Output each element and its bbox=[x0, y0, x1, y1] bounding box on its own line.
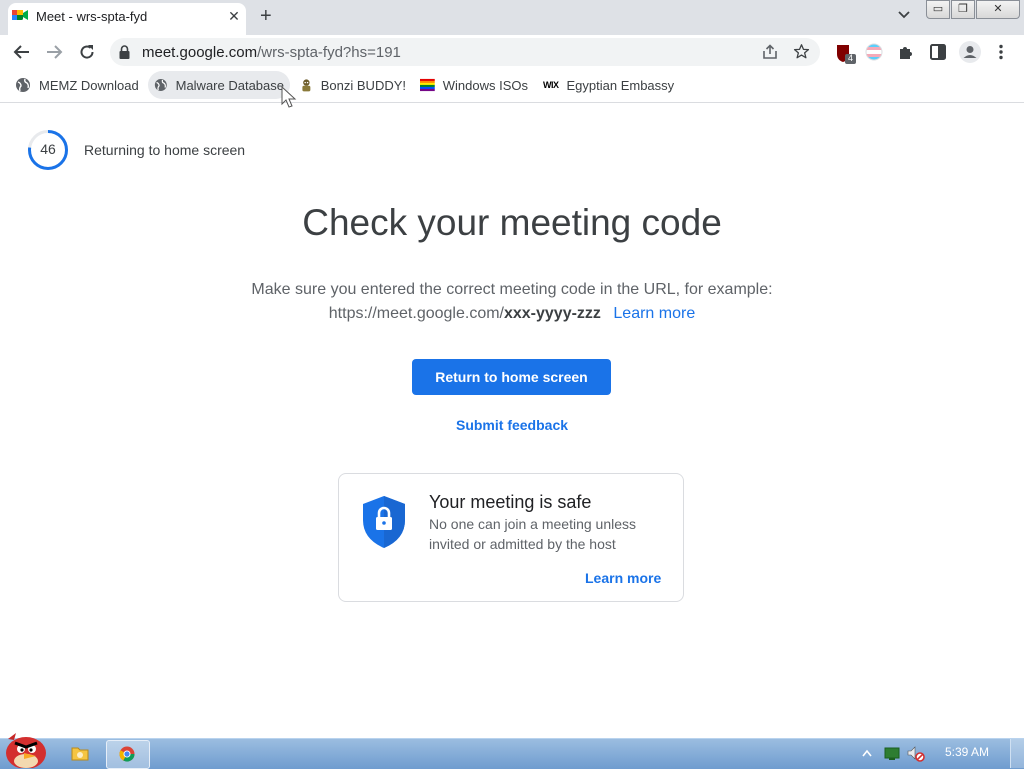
extension-badge: 4 bbox=[847, 53, 853, 63]
restore-button[interactable]: ❐ bbox=[951, 0, 975, 19]
globe-icon bbox=[16, 78, 30, 92]
submit-feedback-link: Submit feedback bbox=[0, 417, 1024, 433]
back-arrow-icon[interactable] bbox=[13, 44, 31, 60]
url-text: meet.google.com/wrs-spta-fyd?hs=191 bbox=[142, 44, 401, 61]
bookmark-label: Windows ISOs bbox=[442, 77, 528, 93]
forward-arrow-icon[interactable] bbox=[45, 44, 63, 60]
url-path: /wrs-spta-fyd?hs=191 bbox=[257, 44, 401, 61]
angry-bird-start-icon[interactable] bbox=[2, 731, 48, 768]
network-icon[interactable] bbox=[884, 747, 900, 760]
card-title: Your meeting is safe bbox=[429, 492, 592, 512]
bookmark-label: MEMZ Download bbox=[39, 77, 139, 93]
learn-more-link[interactable]: Learn more bbox=[613, 305, 695, 322]
new-tab-button[interactable]: + bbox=[260, 5, 272, 27]
more-menu-icon[interactable] bbox=[998, 44, 1004, 60]
shield-lock-icon bbox=[363, 496, 405, 548]
card-body: No one can join a meeting unless invited… bbox=[429, 516, 637, 552]
bookmark-malware-database[interactable]: Malware Database bbox=[148, 71, 290, 99]
taskbar-chrome-button[interactable] bbox=[106, 740, 150, 769]
close-window-button[interactable]: ✕ bbox=[976, 0, 1020, 19]
reload-icon[interactable] bbox=[78, 43, 96, 61]
tab-close-button[interactable]: ✕ bbox=[226, 8, 242, 25]
countdown-value: 46 bbox=[40, 141, 56, 157]
example-code: xxx-yyyy-zzz bbox=[503, 305, 601, 322]
description-line-1: Make sure you entered the correct meetin… bbox=[251, 281, 773, 298]
rainbow-flag-icon bbox=[420, 78, 435, 92]
page-title: Check your meeting code bbox=[302, 202, 722, 243]
bookmark-bonzi-buddy[interactable]: Bonzi BUDDY! bbox=[294, 71, 412, 99]
taskbar-clock: 5:39 AM bbox=[945, 745, 990, 759]
chrome-icon bbox=[119, 746, 135, 762]
bonzi-icon bbox=[302, 79, 311, 92]
show-desktop-button[interactable] bbox=[1010, 739, 1024, 768]
window-controls: ▭ ❐ ✕ bbox=[926, 0, 1020, 19]
share-icon[interactable] bbox=[762, 44, 778, 60]
volume-muted-icon[interactable] bbox=[907, 746, 925, 762]
bookmark-memz-download[interactable]: MEMZ Download bbox=[9, 71, 145, 99]
extensions-puzzle-icon[interactable] bbox=[898, 44, 914, 60]
side-panel-icon[interactable] bbox=[930, 44, 946, 60]
star-icon[interactable] bbox=[793, 43, 810, 60]
submit-feedback-button[interactable]: Submit feedback bbox=[456, 417, 568, 433]
file-explorer-icon[interactable] bbox=[71, 745, 89, 761]
bookmark-label: Egyptian Embassy bbox=[566, 77, 675, 93]
google-meet-icon bbox=[12, 10, 28, 20]
example-url-prefix: https://meet.google.com/ bbox=[328, 305, 504, 322]
wix-icon: WIX bbox=[543, 80, 559, 90]
globe-icon bbox=[154, 79, 167, 91]
minimize-button[interactable]: ▭ bbox=[926, 0, 950, 19]
card-learn-more-link[interactable]: Learn more bbox=[585, 570, 661, 586]
tray-expand-icon[interactable] bbox=[862, 749, 872, 757]
return-home-button[interactable]: Return to home screen bbox=[412, 359, 611, 395]
bookmark-windows-isos[interactable]: Windows ISOs bbox=[414, 71, 534, 99]
lock-icon[interactable] bbox=[119, 45, 130, 59]
url-host: meet.google.com bbox=[142, 44, 258, 61]
description-line-2: https://meet.google.com/xxx-yyyy-zzz Lea… bbox=[0, 305, 1024, 323]
profile-avatar-icon[interactable] bbox=[959, 41, 981, 63]
countdown-label: Returning to home screen bbox=[84, 142, 246, 158]
bookmark-label: Malware Database bbox=[175, 77, 284, 93]
bookmark-egyptian-embassy[interactable]: WIX Egyptian Embassy bbox=[537, 71, 679, 99]
trans-flag-icon[interactable] bbox=[865, 43, 883, 61]
chevron-down-icon[interactable] bbox=[897, 8, 911, 22]
bookmark-label: Bonzi BUDDY! bbox=[320, 77, 406, 93]
tab-title: Meet - wrs-spta-fyd bbox=[36, 9, 148, 24]
